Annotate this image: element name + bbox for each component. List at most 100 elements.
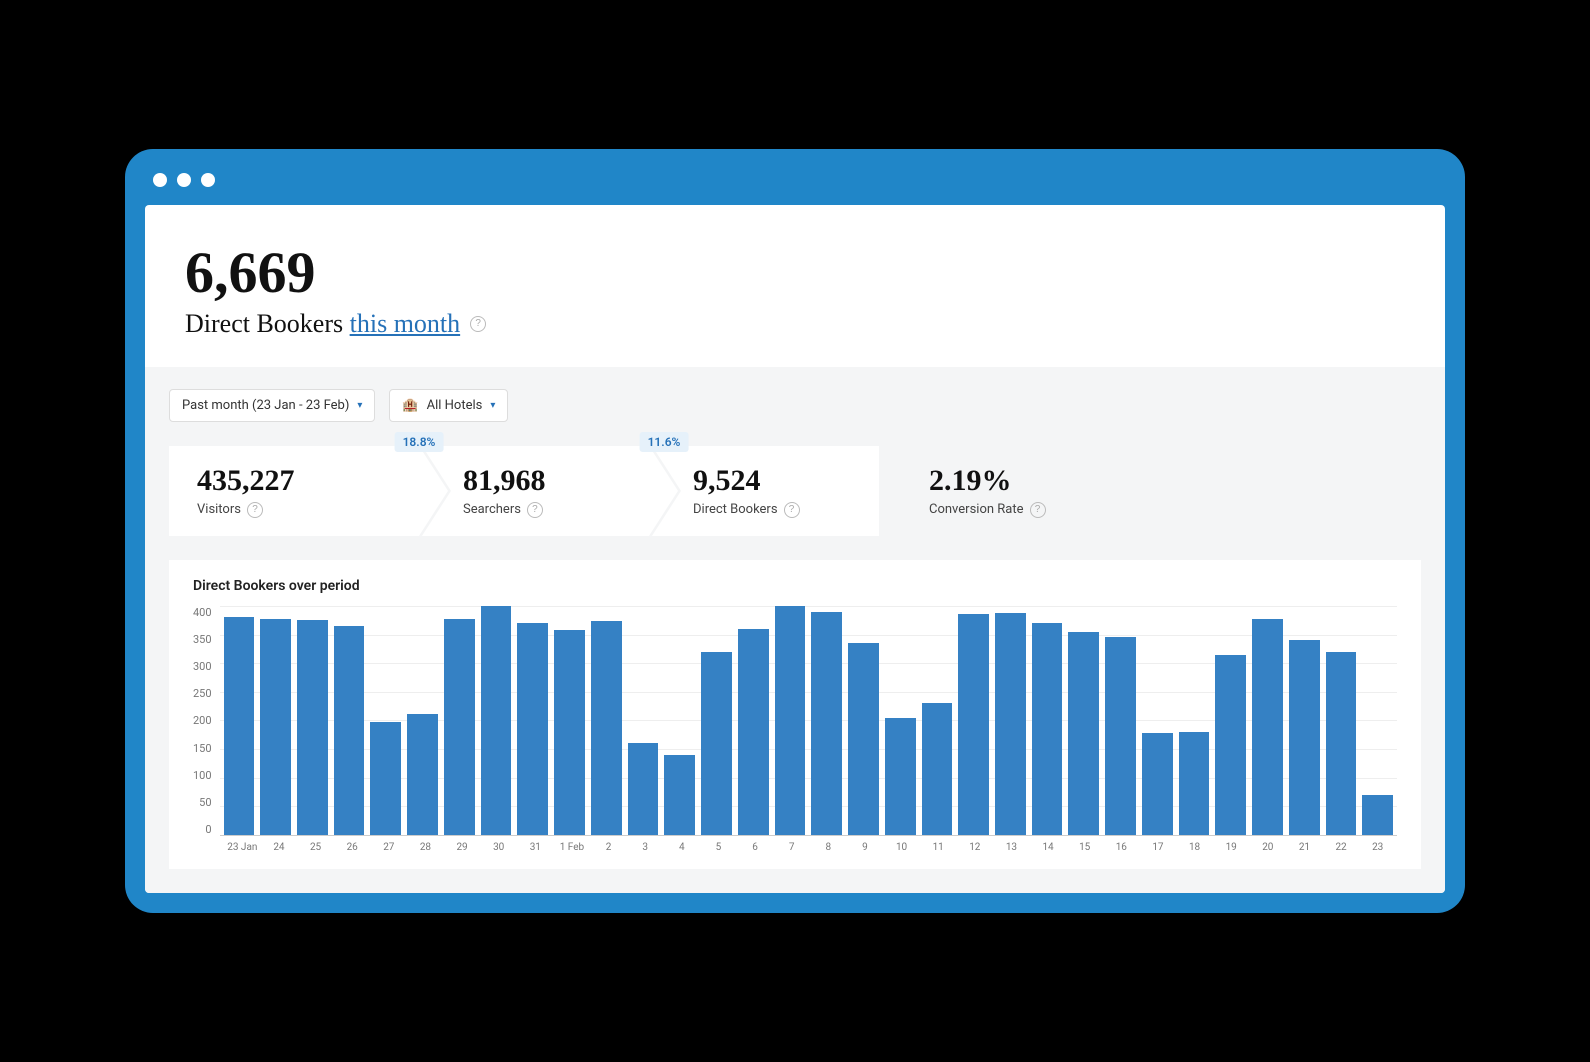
x-tick: 31 (520, 842, 551, 853)
help-icon[interactable]: ? (784, 502, 800, 518)
window-dot (153, 173, 167, 187)
filter-bar: Past month (23 Jan - 23 Feb) ▾ 🏨 All Hot… (169, 389, 1421, 422)
bar[interactable] (701, 652, 732, 835)
x-tick: 9 (850, 842, 881, 853)
y-tick: 400 (193, 606, 212, 619)
browser-frame: 6,669 Direct Bookers this month ? Past m… (125, 149, 1465, 913)
funnel-card-searchers: 81,968 Searchers ? (419, 446, 649, 536)
metric-value: 81,968 (463, 464, 621, 498)
bar[interactable] (224, 617, 255, 835)
bar[interactable] (444, 619, 475, 835)
help-icon[interactable]: ? (247, 502, 263, 518)
y-tick: 350 (193, 633, 212, 646)
metric-value: 9,524 (693, 464, 851, 498)
bar[interactable] (848, 643, 879, 835)
help-icon[interactable]: ? (1030, 502, 1046, 518)
bar[interactable] (481, 606, 512, 835)
x-tick: 21 (1289, 842, 1320, 853)
funnel-card-visitors: 435,227 Visitors ? (169, 446, 419, 536)
x-tick: 20 (1253, 842, 1284, 853)
bar[interactable] (370, 722, 401, 835)
x-tick: 4 (667, 842, 698, 853)
help-icon[interactable]: ? (527, 502, 543, 518)
bar[interactable] (1179, 732, 1210, 835)
chart-plot (220, 606, 1397, 836)
x-tick: 12 (960, 842, 991, 853)
bar[interactable] (591, 621, 622, 835)
bar[interactable] (995, 613, 1026, 835)
y-tick: 150 (193, 742, 212, 755)
x-tick: 18 (1179, 842, 1210, 853)
bar[interactable] (738, 629, 769, 835)
bar[interactable] (1326, 652, 1357, 835)
bar[interactable] (885, 718, 916, 835)
bar[interactable] (297, 620, 328, 835)
x-axis: 23 Jan24252627282930311 Feb2345678910111… (197, 842, 1397, 853)
chevron-down-icon: ▾ (357, 400, 362, 411)
chart-panel: Direct Bookers over period 4003503002502… (169, 560, 1421, 869)
x-tick: 14 (1033, 842, 1064, 853)
metric-value: 2.19% (929, 464, 1046, 498)
bar[interactable] (407, 714, 438, 835)
y-tick: 250 (193, 687, 212, 700)
subtitle-text: Direct Bookers (185, 309, 350, 338)
help-icon[interactable]: ? (470, 316, 486, 332)
date-range-filter[interactable]: Past month (23 Jan - 23 Feb) ▾ (169, 389, 375, 422)
funnel-card-bookers: 9,524 Direct Bookers ? (649, 446, 879, 536)
bar[interactable] (775, 606, 806, 835)
funnel-conversion-badge: 11.6% (640, 432, 689, 452)
bar[interactable] (664, 755, 695, 835)
x-tick: 17 (1143, 842, 1174, 853)
x-tick: 25 (300, 842, 331, 853)
bar[interactable] (922, 703, 953, 835)
bar[interactable] (1215, 655, 1246, 835)
funnel-card-conversion: 2.19% Conversion Rate ? (879, 446, 1074, 536)
x-tick: 11 (923, 842, 954, 853)
y-axis: 400350300250200150100500 (193, 606, 220, 836)
window-controls (145, 173, 1445, 205)
x-tick: 8 (813, 842, 844, 853)
x-tick: 19 (1216, 842, 1247, 853)
x-tick: 1 Feb (557, 842, 588, 853)
x-tick: 24 (264, 842, 295, 853)
bar[interactable] (260, 619, 291, 835)
x-tick: 23 (1362, 842, 1393, 853)
bar[interactable] (958, 614, 989, 834)
x-tick: 6 (740, 842, 771, 853)
bar[interactable] (1252, 619, 1283, 835)
bar[interactable] (1142, 733, 1173, 835)
bar[interactable] (1289, 640, 1320, 835)
x-tick: 28 (410, 842, 441, 853)
dashboard-body: Past month (23 Jan - 23 Feb) ▾ 🏨 All Hot… (145, 367, 1445, 893)
bar[interactable] (517, 623, 548, 835)
y-tick: 50 (199, 796, 211, 809)
x-tick: 27 (374, 842, 405, 853)
x-tick: 7 (776, 842, 807, 853)
chevron-down-icon: ▾ (490, 400, 495, 411)
x-tick: 3 (630, 842, 661, 853)
bar[interactable] (1068, 632, 1099, 835)
x-tick: 10 (886, 842, 917, 853)
metric-value: 435,227 (197, 464, 391, 498)
x-tick: 23 Jan (227, 842, 258, 853)
funnel-metrics: 18.8% 11.6% 435,227 Visitors ? 81,968 Se… (169, 446, 1421, 536)
x-tick: 5 (703, 842, 734, 853)
bar[interactable] (1105, 637, 1136, 835)
bar[interactable] (628, 743, 659, 835)
bar[interactable] (1362, 795, 1393, 835)
building-icon: 🏨 (402, 398, 418, 413)
y-tick: 200 (193, 714, 212, 727)
metric-label: Conversion Rate ? (929, 502, 1046, 518)
bar[interactable] (554, 630, 585, 835)
window-dot (201, 173, 215, 187)
hotel-filter[interactable]: 🏨 All Hotels ▾ (389, 389, 508, 422)
bar[interactable] (1032, 623, 1063, 835)
bar[interactable] (811, 612, 842, 835)
page-header: 6,669 Direct Bookers this month ? (145, 205, 1445, 367)
period-link[interactable]: this month (350, 309, 461, 338)
y-tick: 300 (193, 660, 212, 673)
hotel-filter-label: All Hotels (427, 398, 483, 413)
x-tick: 30 (483, 842, 514, 853)
y-tick: 100 (193, 769, 212, 782)
bar[interactable] (334, 626, 365, 835)
